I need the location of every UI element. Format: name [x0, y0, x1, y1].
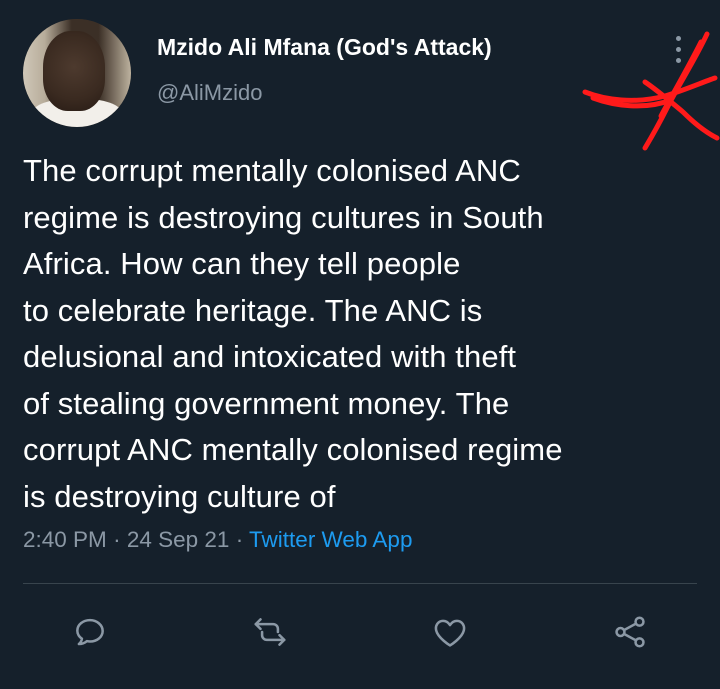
tweet-text-line: delusional and intoxicated with theft	[23, 339, 517, 374]
tweet-text-line: is destroying culture of	[23, 478, 336, 514]
tweet-time[interactable]: 2:40 PM	[23, 527, 107, 552]
tweet-text-line: of stealing government money. The	[23, 385, 510, 421]
reply-icon	[76, 618, 104, 646]
reply-button[interactable]	[70, 612, 110, 652]
tweet-source-link[interactable]: Twitter Web App	[249, 527, 412, 552]
tweet-meta: 2:40 PM · 24 Sep 21 · Twitter Web App	[23, 527, 412, 553]
share-button[interactable]	[610, 612, 650, 652]
avatar[interactable]	[23, 19, 131, 127]
display-name[interactable]: Mzido Ali Mfana (God's Attack)	[157, 34, 492, 61]
share-icon	[615, 616, 645, 648]
tweet-text-line: to celebrate heritage. The ANC is	[23, 292, 483, 328]
like-button[interactable]	[430, 612, 470, 652]
tweet-date[interactable]: 24 Sep 21	[127, 527, 230, 552]
tweet-text-line: Africa. How can they tell people	[23, 246, 461, 281]
avatar-face	[43, 31, 105, 111]
like-icon	[434, 619, 466, 647]
retweet-icon	[254, 618, 286, 646]
tweet-text-line: regime is destroying cultures in South	[23, 199, 544, 235]
tweet-text: The corrupt mentally colonised ANC regim…	[23, 148, 703, 520]
handle[interactable]: @AliMzido	[157, 80, 262, 106]
tweet-text-line: corrupt ANC mentally colonised regime	[23, 432, 563, 467]
meta-separator: ·	[113, 527, 121, 552]
meta-separator: ·	[235, 527, 244, 552]
tweet-text-line: The corrupt mentally colonised ANC	[23, 153, 521, 188]
divider	[23, 583, 697, 584]
retweet-button[interactable]	[250, 612, 290, 652]
